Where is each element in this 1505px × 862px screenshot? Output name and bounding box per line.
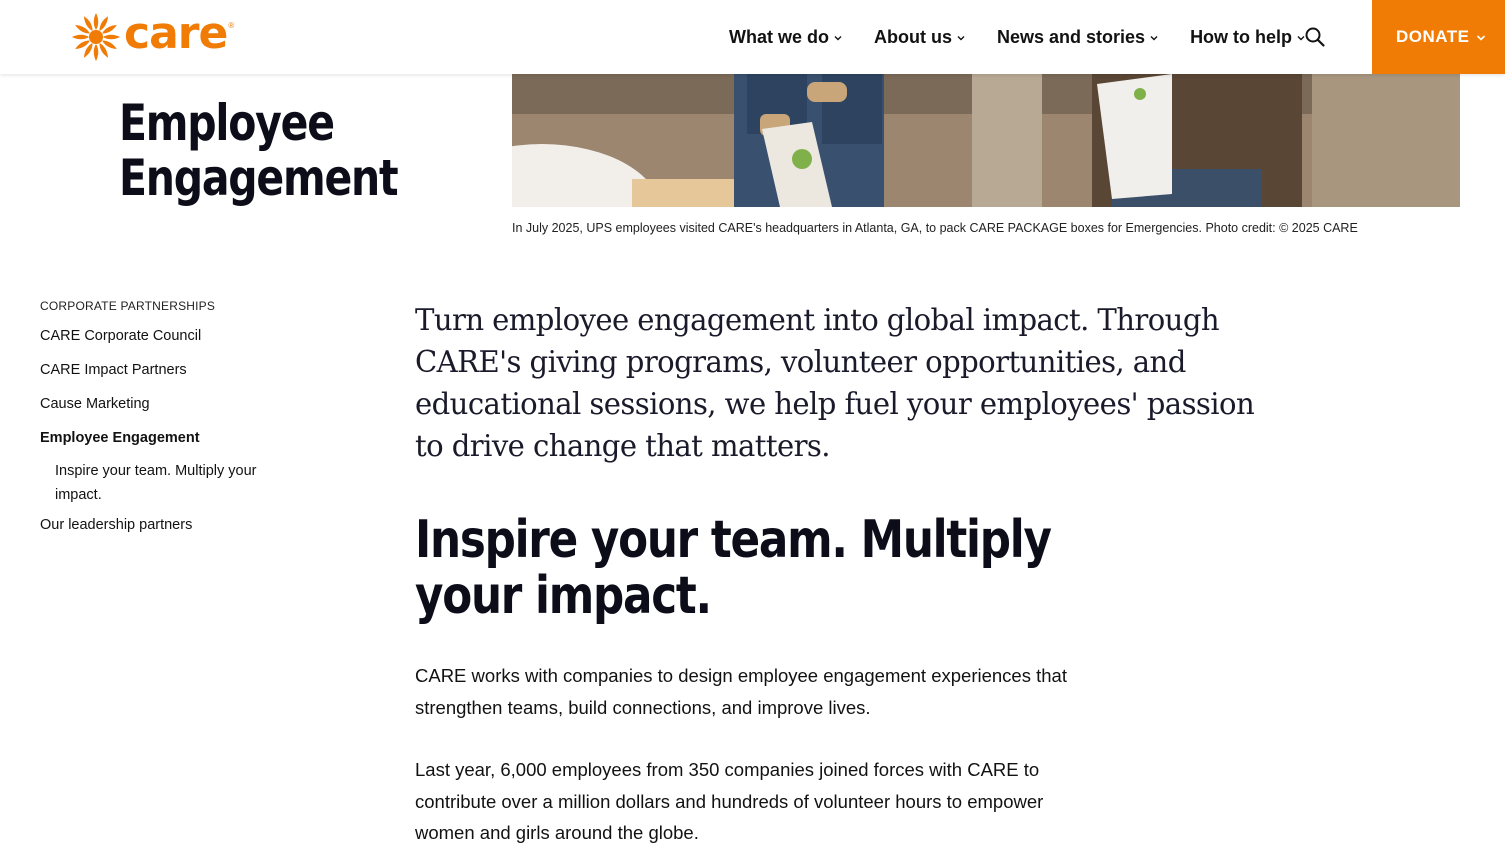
nav-label: News and stories bbox=[997, 26, 1146, 47]
body-paragraph: Last year, 6,000 employees from 350 comp… bbox=[415, 759, 1044, 843]
lead-paragraph: Turn employee engagement into global imp… bbox=[415, 303, 1255, 464]
logo-wordmark: care bbox=[124, 8, 228, 59]
section-heading: Inspire your team. Multiply your impact. bbox=[415, 510, 1052, 626]
donate-label: DONATE bbox=[1396, 27, 1470, 46]
search-icon[interactable] bbox=[1304, 26, 1326, 48]
chevron-down-icon bbox=[957, 36, 965, 41]
nav-how-to-help[interactable]: How to help bbox=[1190, 27, 1305, 48]
sidebar-item-corporate-council[interactable]: CARE Corporate Council bbox=[40, 327, 300, 346]
main-nav: What we do About us News and stories How… bbox=[729, 0, 1337, 74]
volunteers-packing-photo bbox=[512, 74, 1460, 207]
registered-mark: ® bbox=[228, 21, 235, 30]
nav-about-us[interactable]: About us bbox=[874, 27, 965, 48]
sidebar-nav: CORPORATE PARTNERSHIPS CARE Corporate Co… bbox=[40, 299, 300, 550]
sidebar-item-employee-engagement[interactable]: Employee Engagement bbox=[40, 429, 300, 448]
care-logo-mark-icon bbox=[72, 13, 120, 61]
hero-photo bbox=[512, 74, 1460, 207]
body-paragraph: CARE works with companies to design empl… bbox=[415, 665, 1067, 718]
donate-button[interactable]: DONATE bbox=[1372, 0, 1505, 74]
nav-what-we-do[interactable]: What we do bbox=[729, 27, 842, 48]
chevron-down-icon bbox=[834, 36, 842, 41]
care-logo[interactable]: care ® bbox=[70, 11, 234, 63]
photo-caption: In July 2025, UPS employees visited CARE… bbox=[512, 221, 1358, 235]
sidebar-item-impact-partners[interactable]: CARE Impact Partners bbox=[40, 361, 300, 380]
nav-label: About us bbox=[874, 26, 952, 47]
sidebar-heading: CORPORATE PARTNERSHIPS bbox=[40, 299, 216, 313]
nav-news-and-stories[interactable]: News and stories bbox=[997, 27, 1158, 48]
page-title: Employee Engagement bbox=[119, 94, 399, 207]
site-header: care ® What we do About us News and stor… bbox=[0, 0, 1505, 74]
chevron-down-icon bbox=[1150, 36, 1158, 41]
nav-label: What we do bbox=[729, 26, 829, 47]
sidebar-subitem-inspire-your-team[interactable]: Inspire your team. Multiply your impact. bbox=[55, 459, 275, 507]
chevron-down-icon bbox=[1476, 35, 1485, 41]
nav-label: How to help bbox=[1190, 26, 1293, 47]
sidebar-item-leadership-partners[interactable]: Our leadership partners bbox=[40, 516, 300, 535]
sidebar-item-cause-marketing[interactable]: Cause Marketing bbox=[40, 395, 300, 414]
